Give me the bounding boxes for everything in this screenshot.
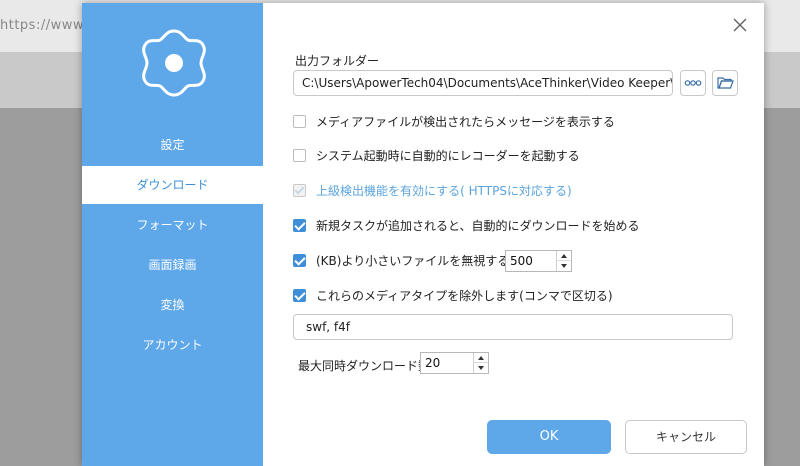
min-size-stepper[interactable]: 500 <box>505 250 572 272</box>
sidebar-item-screen-recording[interactable]: 画面録画 <box>82 246 263 284</box>
folder-open-icon <box>717 77 734 89</box>
open-folder-button[interactable] <box>712 70 738 96</box>
output-folder-label: 出力フォルダー <box>295 54 380 68</box>
ellipsis-icon <box>684 80 702 86</box>
show-message-checkbox[interactable] <box>293 115 306 128</box>
close-icon[interactable] <box>730 15 750 35</box>
more-options-button[interactable] <box>680 70 706 96</box>
ok-button[interactable]: OK <box>487 420 611 454</box>
settings-dialog: 設定 ダウンロード フォーマット 画面録画 変換 アカウント 出力フォルダー C… <box>82 3 764 466</box>
advanced-detection-checkbox[interactable] <box>293 184 306 197</box>
min-size-increment-button[interactable] <box>557 251 571 261</box>
exclude-types-label[interactable]: これらのメディアタイプを除外します(コンマで区切る) <box>316 287 613 304</box>
max-downloads-decrement-button[interactable] <box>474 363 488 373</box>
auto-download-checkbox[interactable] <box>293 219 306 232</box>
min-size-value[interactable]: 500 <box>510 251 533 271</box>
output-folder-path-input[interactable]: C:\Users\ApowerTech04\Documents\AceThink… <box>293 70 673 96</box>
show-message-label[interactable]: メディアファイルが検出されたらメッセージを表示する <box>316 113 615 130</box>
sidebar-item-download[interactable]: ダウンロード <box>82 166 263 204</box>
sidebar-item-format[interactable]: フォーマット <box>82 206 263 244</box>
max-downloads-value[interactable]: 20 <box>425 353 440 373</box>
sidebar-item-account[interactable]: アカウント <box>82 326 263 364</box>
settings-sidebar: 設定 ダウンロード フォーマット 画面録画 変換 アカウント <box>82 3 263 466</box>
max-downloads-stepper[interactable]: 20 <box>420 352 489 374</box>
auto-start-recorder-checkbox[interactable] <box>293 149 306 162</box>
max-downloads-increment-button[interactable] <box>474 353 488 363</box>
ignore-small-files-label[interactable]: (KB)より小さいファイルを無視する <box>316 252 509 269</box>
auto-download-label[interactable]: 新規タスクが追加されると、自動的にダウンロードを始める <box>316 217 640 234</box>
excluded-types-input[interactable]: swf, f4f <box>293 314 733 340</box>
cancel-button[interactable]: キャンセル <box>625 420 747 454</box>
advanced-detection-label[interactable]: 上級検出機能を有効にする( HTTPSに対応する) <box>316 182 572 199</box>
background-url-text: https://www. <box>0 18 88 33</box>
exclude-types-checkbox[interactable] <box>293 289 306 302</box>
gear-logo-icon <box>142 29 206 97</box>
max-downloads-label: 最大同時ダウンロード数 <box>298 359 431 373</box>
sidebar-item-convert[interactable]: 変換 <box>82 286 263 324</box>
ignore-small-files-checkbox[interactable] <box>293 254 306 267</box>
sidebar-item-settings[interactable]: 設定 <box>82 126 263 164</box>
min-size-arrows <box>556 251 571 271</box>
min-size-decrement-button[interactable] <box>557 261 571 271</box>
max-downloads-arrows <box>473 353 488 373</box>
auto-start-recorder-label[interactable]: システム起動時に自動的にレコーダーを起動する <box>316 147 580 164</box>
